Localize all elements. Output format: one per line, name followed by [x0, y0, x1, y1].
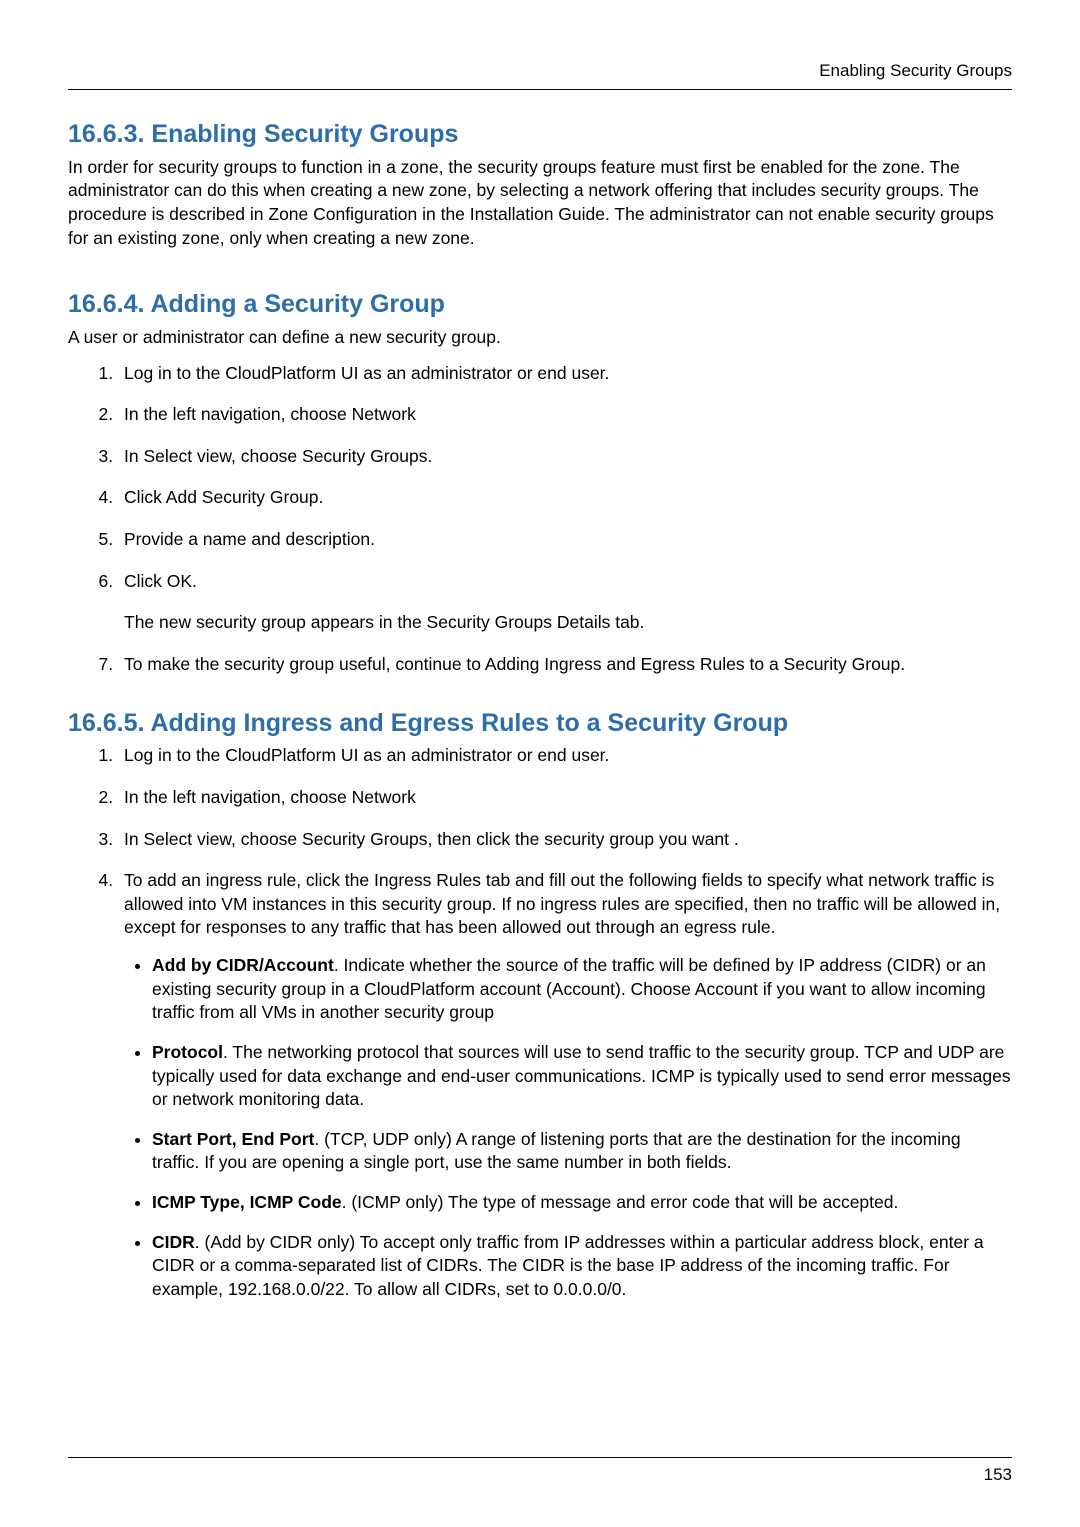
section1-paragraph: In order for security groups to function…	[68, 156, 1012, 251]
page-number: 153	[68, 1464, 1012, 1487]
section3-steps: Log in to the CloudPlatform UI as an adm…	[68, 744, 1012, 1301]
step-text: Click Add Security Group.	[124, 487, 323, 507]
section-title-enabling: 16.6.3. Enabling Security Groups	[68, 118, 1012, 152]
field-item: Start Port, End Port. (TCP, UDP only) A …	[152, 1128, 1012, 1175]
header-rule	[68, 89, 1012, 90]
field-term: Protocol	[152, 1042, 223, 1062]
step-text: In the left navigation, choose Network	[124, 787, 416, 807]
ingress-field-list: Add by CIDR/Account. Indicate whether th…	[124, 954, 1012, 1302]
step-text: To make the security group useful, conti…	[124, 654, 905, 674]
field-item: CIDR. (Add by CIDR only) To accept only …	[152, 1231, 1012, 1302]
field-item: ICMP Type, ICMP Code. (ICMP only) The ty…	[152, 1191, 1012, 1215]
field-desc: . (ICMP only) The type of message and er…	[342, 1192, 899, 1212]
step-text: Click OK.	[124, 571, 197, 591]
step-extra-text: The new security group appears in the Se…	[124, 611, 1012, 635]
field-term: CIDR	[152, 1232, 195, 1252]
field-term: Add by CIDR/Account	[152, 955, 334, 975]
running-header: Enabling Security Groups	[68, 60, 1012, 83]
section-title-adding-rules: 16.6.5. Adding Ingress and Egress Rules …	[68, 707, 1012, 741]
step-item: In Select view, choose Security Groups.	[118, 445, 1012, 469]
step-text: Log in to the CloudPlatform UI as an adm…	[124, 363, 609, 383]
step-item: Log in to the CloudPlatform UI as an adm…	[118, 362, 1012, 386]
footer-rule	[68, 1457, 1012, 1458]
step-item: Click Add Security Group.	[118, 486, 1012, 510]
page-footer: 153	[68, 1457, 1012, 1487]
step-item: In the left navigation, choose Network	[118, 403, 1012, 427]
step-item: Provide a name and description.	[118, 528, 1012, 552]
field-term: Start Port, End Port	[152, 1129, 314, 1149]
field-item: Add by CIDR/Account. Indicate whether th…	[152, 954, 1012, 1025]
step-text: In the left navigation, choose Network	[124, 404, 416, 424]
step-item: Log in to the CloudPlatform UI as an adm…	[118, 744, 1012, 768]
section-title-adding-group: 16.6.4. Adding a Security Group	[68, 288, 1012, 322]
section2-steps: Log in to the CloudPlatform UI as an adm…	[68, 362, 1012, 677]
step-item: Click OK. The new security group appears…	[118, 570, 1012, 635]
step-text: In Select view, choose Security Groups, …	[124, 829, 739, 849]
step-item: In Select view, choose Security Groups, …	[118, 828, 1012, 852]
document-page: Enabling Security Groups 16.6.3. Enablin…	[0, 0, 1080, 1527]
step-text: Log in to the CloudPlatform UI as an adm…	[124, 745, 609, 765]
field-term: ICMP Type, ICMP Code	[152, 1192, 342, 1212]
step-item: To add an ingress rule, click the Ingres…	[118, 869, 1012, 1301]
field-desc: . (Add by CIDR only) To accept only traf…	[152, 1232, 984, 1299]
step-text: To add an ingress rule, click the Ingres…	[124, 870, 1000, 937]
step-item: In the left navigation, choose Network	[118, 786, 1012, 810]
field-desc: . The networking protocol that sources w…	[152, 1042, 1011, 1109]
step-text: Provide a name and description.	[124, 529, 375, 549]
step-text: In Select view, choose Security Groups.	[124, 446, 432, 466]
step-item: To make the security group useful, conti…	[118, 653, 1012, 677]
field-item: Protocol. The networking protocol that s…	[152, 1041, 1012, 1112]
section2-intro: A user or administrator can define a new…	[68, 326, 1012, 350]
